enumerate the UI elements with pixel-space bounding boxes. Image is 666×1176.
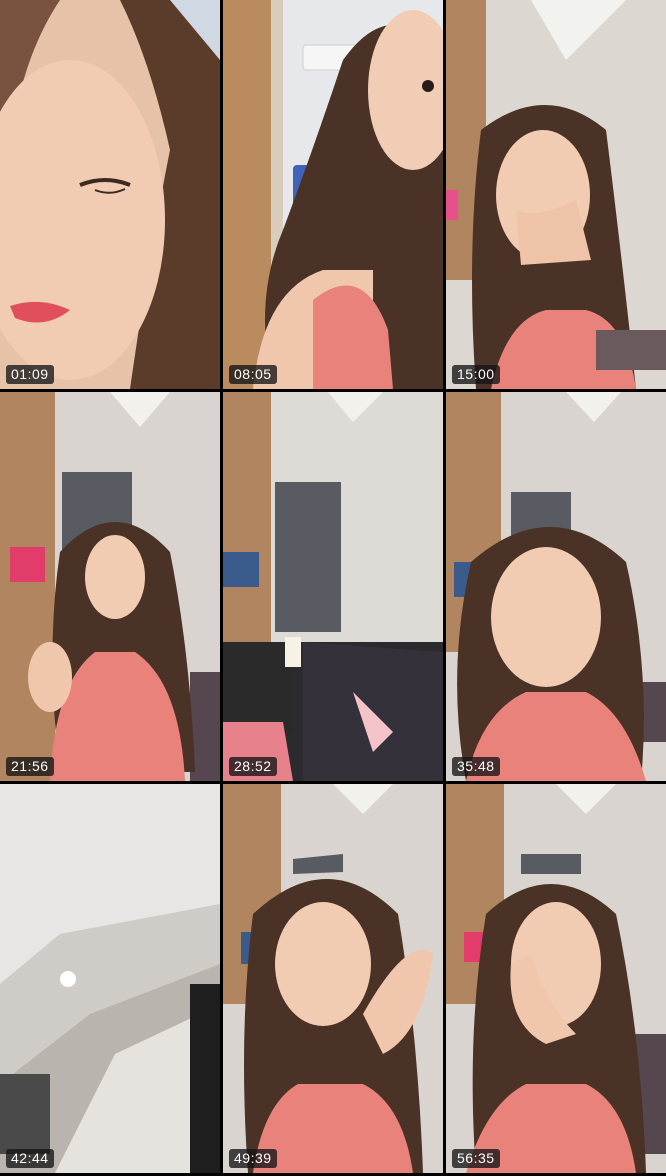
thumbnail-image [223, 392, 443, 781]
video-thumbnail[interactable]: 15:00 [446, 0, 666, 389]
thumbnail-image [223, 784, 443, 1173]
duration-label: 49:39 [229, 1149, 277, 1168]
thumbnail-image [0, 392, 220, 781]
video-thumbnail[interactable]: 42:44 [0, 784, 220, 1173]
thumbnail-image [446, 0, 666, 389]
duration-label: 15:00 [452, 365, 500, 384]
video-thumbnail[interactable]: 28:52 [223, 392, 443, 781]
video-thumbnail-grid: 01:09 08:05 15:00 21:56 28:52 35:48 42:4… [0, 0, 666, 1176]
video-thumbnail[interactable]: 35:48 [446, 392, 666, 781]
thumbnail-image [446, 784, 666, 1173]
video-thumbnail[interactable]: 01:09 [0, 0, 220, 389]
thumbnail-image [0, 784, 220, 1173]
duration-label: 28:52 [229, 757, 277, 776]
thumbnail-image [0, 0, 220, 389]
video-thumbnail[interactable]: 49:39 [223, 784, 443, 1173]
video-thumbnail[interactable]: 21:56 [0, 392, 220, 781]
duration-label: 35:48 [452, 757, 500, 776]
duration-label: 08:05 [229, 365, 277, 384]
duration-label: 56:35 [452, 1149, 500, 1168]
video-thumbnail[interactable]: 08:05 [223, 0, 443, 389]
duration-label: 42:44 [6, 1149, 54, 1168]
thumbnail-image [446, 392, 666, 781]
duration-label: 01:09 [6, 365, 54, 384]
thumbnail-image [223, 0, 443, 389]
duration-label: 21:56 [6, 757, 54, 776]
video-thumbnail[interactable]: 56:35 [446, 784, 666, 1173]
